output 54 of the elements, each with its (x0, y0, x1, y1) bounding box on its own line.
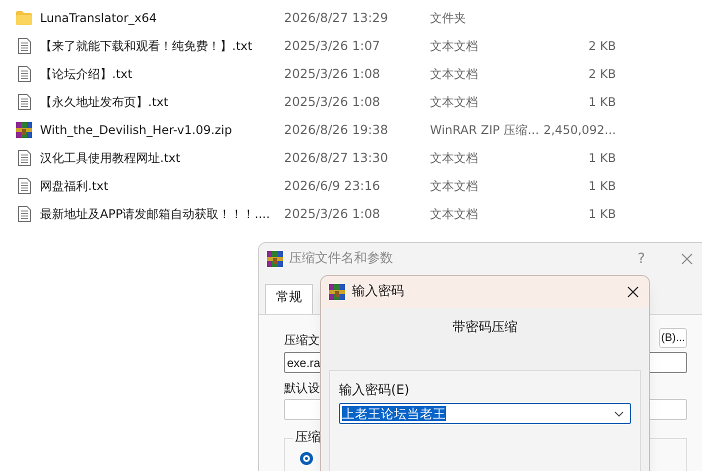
file-name[interactable]: 汉化工具使用教程网址.txt (40, 149, 284, 167)
file-name[interactable]: 【论坛介绍】.txt (40, 65, 284, 83)
file-size: 2,450,092... (542, 122, 616, 139)
dialog-heading: 带密码压缩 (452, 319, 518, 337)
password-value: 上老王论坛当老王 (342, 406, 446, 421)
chevron-down-icon[interactable] (614, 410, 624, 416)
file-size: 2 KB (587, 38, 616, 55)
file-size: 1 KB (587, 150, 616, 167)
window-title: 压缩文件名和参数 (289, 250, 393, 268)
file-type: 文本文档 (430, 66, 479, 83)
window-title: 输入密码 (352, 283, 404, 302)
file-size: 1 KB (587, 94, 616, 111)
file-name[interactable]: LunaTranslator_x64 (40, 9, 284, 27)
file-size: 1 KB (587, 206, 616, 223)
file-name[interactable]: 最新地址及APP请发邮箱自动获取！！！.... (40, 205, 284, 223)
file-type: 文件夹 (430, 10, 467, 27)
app-icon (267, 251, 283, 267)
file-size: 1 KB (587, 178, 616, 195)
profile-label: 默认设 (284, 380, 320, 397)
password-combobox[interactable]: 上老王论坛当老王 (339, 403, 631, 424)
tab[interactable]: 常规 (265, 284, 313, 314)
file-type: 文本文档 (430, 150, 479, 167)
app-icon (329, 284, 345, 300)
close-icon[interactable] (627, 286, 639, 298)
file-date: 2026/8/27 13:30 (284, 148, 390, 167)
file-date: 2025/3/26 1:08 (284, 204, 382, 223)
text-file-icon (18, 38, 30, 54)
text-file-icon (18, 206, 30, 222)
filename-label: 压缩文 (284, 332, 320, 349)
file-date: 2026/8/27 13:29 (284, 8, 390, 27)
file-type: WinRAR ZIP 压缩... (430, 122, 540, 139)
file-size: 2 KB (587, 66, 616, 83)
text-file-icon (18, 150, 30, 166)
password-label: 输入密码(E) (339, 382, 410, 400)
text-file-icon (18, 66, 30, 82)
text-file-icon (18, 178, 30, 194)
file-name[interactable]: 网盘福利.txt (40, 177, 284, 195)
file-type: 文本文档 (430, 206, 479, 223)
file-date: 2025/3/26 1:07 (284, 36, 382, 55)
browse-button[interactable]: (B)... (659, 328, 687, 348)
file-date: 2026/6/9 23:16 (284, 176, 382, 195)
text-file-icon (18, 94, 30, 110)
folder-icon (16, 11, 32, 25)
file-type: 文本文档 (430, 178, 479, 195)
file-type: 文本文档 (430, 38, 479, 55)
file-type: 文本文档 (430, 94, 479, 111)
file-name[interactable]: With_the_Devilish_Her-v1.09.zip (40, 121, 284, 139)
file-name[interactable]: 【来了就能下载和观看！纯免费！】.txt (40, 37, 284, 55)
file-date: 2025/3/26 1:08 (284, 92, 382, 111)
file-date: 2026/8/26 19:38 (284, 120, 390, 139)
file-date: 2025/3/26 1:08 (284, 64, 382, 83)
file-name[interactable]: 【永久地址发布页】.txt (40, 93, 284, 111)
archive-icon (16, 122, 32, 138)
format-radio[interactable] (300, 452, 313, 465)
